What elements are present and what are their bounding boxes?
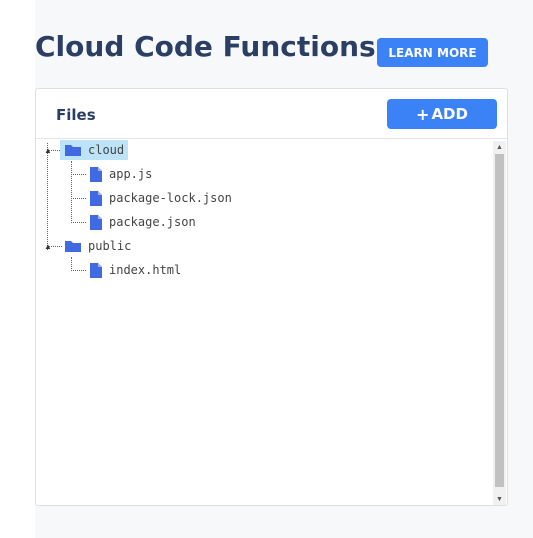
plus-icon: + — [416, 104, 430, 124]
folder-icon — [65, 241, 81, 252]
folder-icon — [65, 145, 81, 156]
tree-file-label: app.js — [109, 167, 153, 181]
tree-folder-label: cloud — [88, 143, 125, 157]
add-button[interactable]: + ADD — [387, 99, 497, 129]
file-icon — [90, 214, 102, 230]
add-button-label: ADD — [431, 105, 468, 123]
tree-connector — [71, 174, 86, 175]
files-panel-title: Files — [56, 106, 96, 124]
tree-file[interactable]: app.js — [89, 164, 152, 184]
collapse-toggle-icon[interactable]: ▲ — [44, 147, 52, 155]
tree-folder-label: public — [88, 239, 132, 253]
tree-connector — [71, 257, 72, 269]
file-tree: ▲ ▲ cloud app.js package-lock.json packa… — [36, 139, 491, 505]
vertical-scrollbar[interactable]: ▲ ▼ — [493, 141, 506, 505]
files-panel: Files + ADD ▲ ▲ cloud app.js package-loc… — [35, 88, 508, 506]
file-icon — [90, 262, 102, 278]
file-icon — [90, 190, 102, 206]
tree-connector — [47, 143, 48, 250]
scroll-up-icon[interactable]: ▲ — [493, 141, 506, 153]
learn-more-button[interactable]: LEARN MORE — [377, 38, 488, 67]
tree-connector — [71, 270, 86, 271]
page: Cloud Code Functions LEARN MORE Files + … — [0, 0, 533, 538]
page-title: Cloud Code Functions — [35, 30, 376, 63]
collapse-toggle-icon[interactable]: ▲ — [44, 243, 52, 251]
tree-connector — [71, 222, 86, 223]
tree-folder-public[interactable]: public — [64, 236, 131, 256]
tree-file-label: package.json — [109, 215, 196, 229]
tree-file[interactable]: package.json — [89, 212, 196, 232]
tree-file[interactable]: package-lock.json — [89, 188, 232, 208]
file-icon — [90, 166, 102, 182]
tree-connector — [71, 161, 72, 221]
tree-connector — [71, 198, 86, 199]
tree-folder-cloud[interactable]: cloud — [60, 140, 129, 160]
tree-file-label: index.html — [109, 263, 182, 277]
scrollbar-thumb[interactable] — [495, 154, 504, 487]
files-panel-header: Files + ADD — [36, 89, 507, 139]
tree-file[interactable]: index.html — [89, 260, 181, 280]
tree-file-label: package-lock.json — [109, 191, 232, 205]
scroll-down-icon[interactable]: ▼ — [493, 493, 506, 505]
